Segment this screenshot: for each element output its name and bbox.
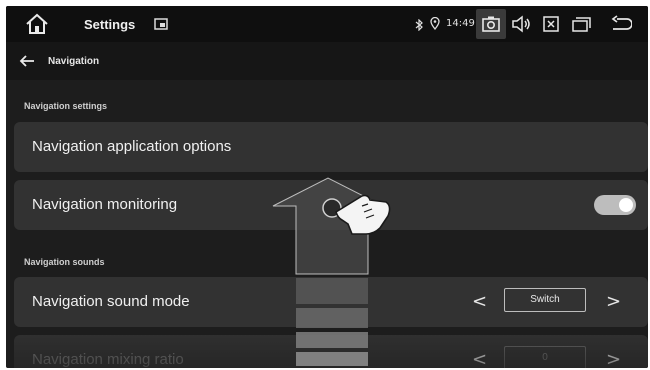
home-icon[interactable] bbox=[24, 12, 50, 36]
sound-mode-value: Switch bbox=[504, 288, 586, 312]
screen-icon[interactable] bbox=[154, 17, 168, 31]
row-navigation-monitoring[interactable]: Navigation monitoring bbox=[14, 180, 648, 230]
app-title: Settings bbox=[84, 17, 136, 32]
mixing-ratio-value: 0 bbox=[504, 346, 586, 368]
volume-icon bbox=[512, 15, 530, 33]
monitoring-toggle[interactable] bbox=[594, 195, 636, 215]
nav-bar bbox=[6, 42, 648, 80]
window-button[interactable] bbox=[570, 14, 592, 34]
return-button[interactable] bbox=[610, 14, 633, 34]
page-title: Navigation bbox=[48, 56, 100, 67]
toggle-knob bbox=[619, 198, 633, 212]
row-label: Navigation monitoring bbox=[32, 196, 178, 213]
close-box-icon bbox=[543, 16, 559, 32]
mixing-ratio-next-button[interactable]: > bbox=[606, 349, 621, 368]
camera-icon bbox=[482, 16, 500, 32]
row-navigation-sound-mode[interactable]: Navigation sound mode < Switch > bbox=[14, 277, 648, 327]
row-label: Navigation sound mode bbox=[32, 293, 190, 310]
volume-button[interactable] bbox=[510, 14, 532, 34]
back-arrow-icon[interactable] bbox=[18, 52, 36, 70]
row-navigation-mixing-ratio[interactable]: Navigation mixing ratio < 0 > bbox=[14, 335, 648, 368]
return-icon bbox=[611, 15, 633, 30]
section-label-settings: Navigation settings bbox=[24, 101, 108, 111]
clock: 14:49 bbox=[446, 18, 475, 29]
row-navigation-app-options[interactable]: Navigation application options bbox=[14, 122, 648, 172]
row-label: Navigation mixing ratio bbox=[32, 351, 184, 368]
sound-mode-prev-button[interactable]: < bbox=[472, 291, 487, 312]
section-label-sounds: Navigation sounds bbox=[24, 257, 105, 267]
close-box-button[interactable] bbox=[540, 14, 562, 34]
location-icon bbox=[430, 16, 440, 35]
screen: Settings 14:49 Navigation Navigation set… bbox=[6, 6, 648, 368]
bluetooth-icon bbox=[414, 18, 424, 36]
mixing-ratio-prev-button[interactable]: < bbox=[472, 349, 487, 368]
sound-mode-next-button[interactable]: > bbox=[606, 291, 621, 312]
camera-button[interactable] bbox=[476, 9, 506, 39]
row-label: Navigation application options bbox=[32, 138, 232, 155]
window-icon bbox=[572, 17, 591, 32]
